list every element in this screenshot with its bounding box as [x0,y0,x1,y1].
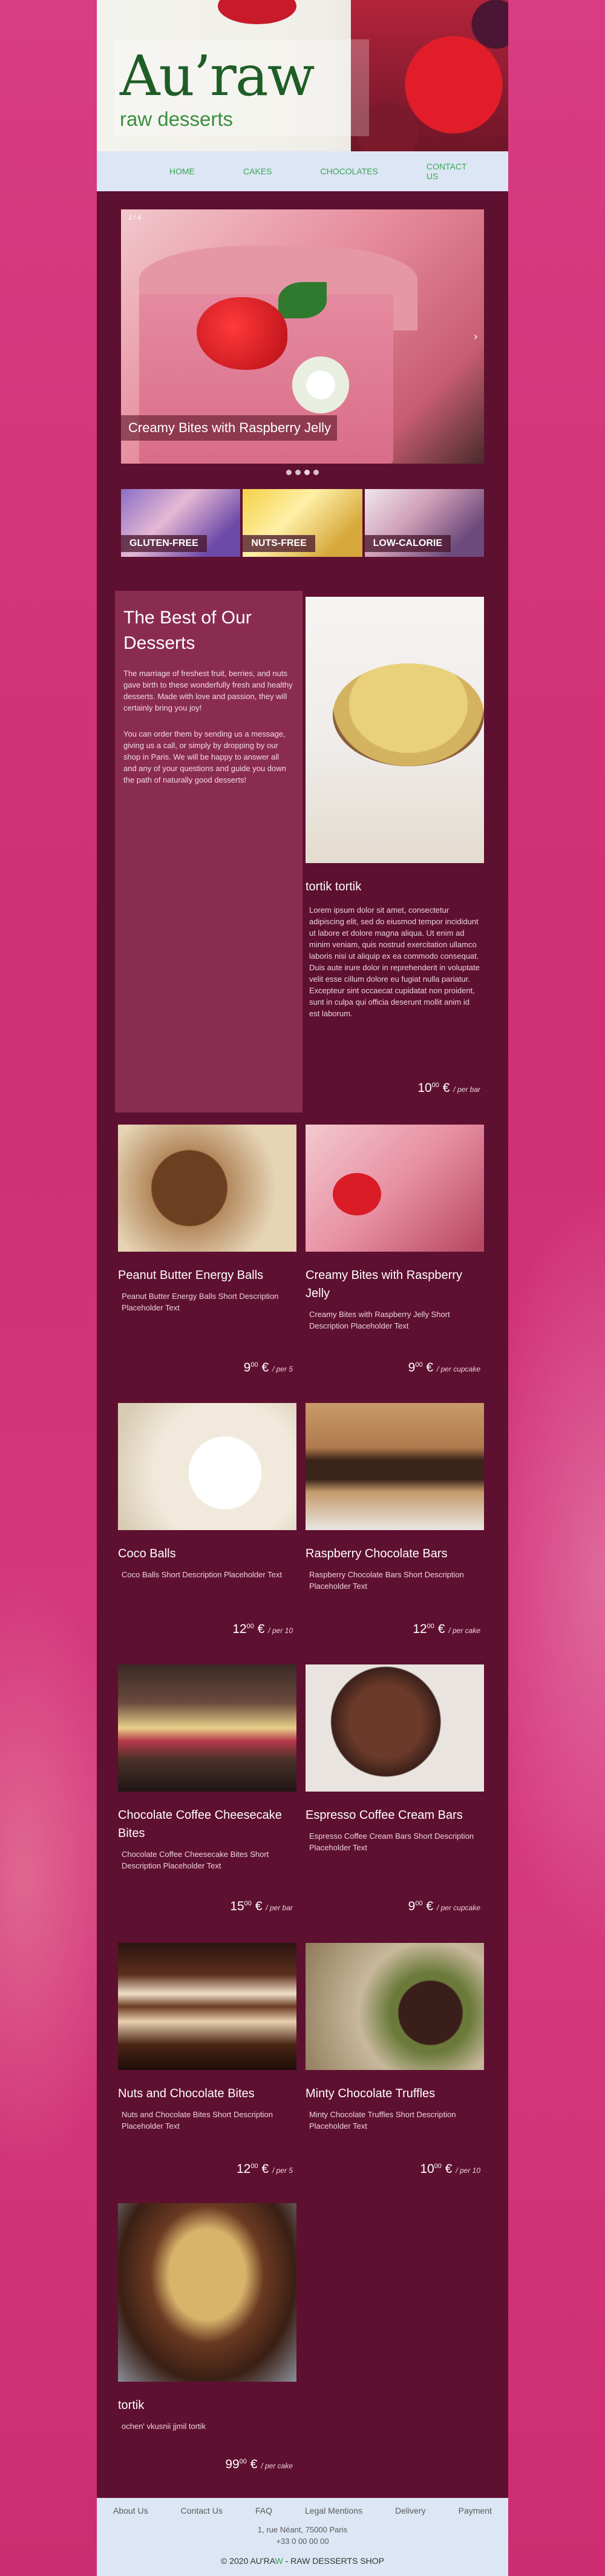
product-card[interactable]: Creamy Bites with Raspberry Jelly Creamy… [306,1125,484,1375]
product-image [306,1664,484,1792]
product-title: tortik [118,2399,145,2412]
footer-link-legal[interactable]: Legal Mentions [305,2506,362,2515]
product-description: Nuts and Chocolate Bites Short Descripti… [122,2110,273,2131]
footer-link-about[interactable]: About Us [113,2506,148,2515]
product-title: Peanut Butter Energy Balls [118,1269,264,1282]
slider-dot-1[interactable] [286,470,292,475]
product-price: 1200 € / per 10 [232,1622,293,1636]
product-card[interactable]: Chocolate Coffee Cheesecake Bites Chocol… [118,1664,296,1913]
category-tiles: GLUTEN-FREE NUTS-FREE LOW-CALORIE [121,489,484,557]
product-description: Lorem ipsum dolor sit amet, consectetur … [309,905,480,1018]
nav-contact-us[interactable]: CONTACT US [427,162,466,181]
product-price: 900 € / per cupcake [408,1361,480,1375]
product-image [306,1943,484,2070]
mint-leaf-decoration [278,282,327,318]
nav-cakes[interactable]: CAKES [243,166,272,176]
nav-chocolates[interactable]: CHOCOLATES [320,166,378,176]
intro-title: The Best of Our Desserts [123,608,252,653]
hero-slider[interactable]: 2 / 4 Creamy Bites with Raspberry Jelly … [121,209,484,464]
product-description: Raspberry Chocolate Bars Short Descripti… [309,1570,464,1591]
product-card[interactable]: Peanut Butter Energy Balls Peanut Butter… [118,1125,296,1375]
product-card[interactable]: Nuts and Chocolate Bites Nuts and Chocol… [118,1943,296,2176]
product-image [118,1943,296,2070]
product-card[interactable]: Raspberry Chocolate Bars Raspberry Choco… [306,1403,484,1636]
flower-decoration [287,352,354,418]
category-label: GLUTEN-FREE [121,535,207,552]
nav-home[interactable]: HOME [169,166,195,176]
product-card[interactable]: Coco Balls Coco Balls Short Description … [118,1403,296,1636]
logo-subtitle: raw desserts [120,108,234,130]
product-price: 1000 € / per bar [417,1081,480,1095]
content-column: Au’raw raw desserts HOME CAKES CHOCOLATE… [97,0,508,2576]
product-image [306,1125,484,1252]
main-nav: HOME CAKES CHOCOLATES CONTACT US [97,151,508,191]
slide-caption: Creamy Bites with Raspberry Jelly [121,415,337,441]
product-description: Chocolate Coffee Cheesecake Bites Short … [122,1850,269,1870]
strawberry-decoration [333,1173,381,1215]
intro-paragraph: The marriage of freshest fruit, berries,… [123,669,293,712]
footer-phone: +33 0 00 00 00 [276,2537,329,2546]
product-title: tortik tortik [306,880,362,893]
chevron-right-icon[interactable]: › [474,330,478,343]
header-banner: Au’raw raw desserts [97,0,508,151]
product-price: 1200 € / per 5 [236,2162,293,2176]
slider-dot-3[interactable] [304,470,310,475]
logo-title[interactable]: Au’raw [120,48,315,104]
product-card-featured[interactable]: tortik tortik Lorem ipsum dolor sit amet… [306,597,484,1095]
product-image [118,1403,296,1530]
category-label: NUTS-FREE [243,535,315,552]
footer-address: 1, rue Néant, 75000 Paris [257,2525,348,2534]
product-title: Coco Balls [118,1547,176,1560]
product-description: Creamy Bites with Raspberry Jelly Short … [309,1310,450,1330]
footer-copyright: © 2020 AU'RAW - RAW DESSERTS SHOP [221,2556,384,2566]
footer-link-payment[interactable]: Payment [459,2506,492,2515]
product-image [118,2203,296,2382]
product-image [306,1403,484,1530]
footer: About Us Contact Us FAQ Legal Mentions D… [97,2498,508,2576]
footer-links: About Us Contact Us FAQ Legal Mentions D… [97,2506,508,2515]
product-title: Chocolate Coffee Cheesecake Bites [118,1809,282,1840]
product-description: Espresso Coffee Cream Bars Short Descrip… [309,1832,474,1852]
product-image [118,1125,296,1252]
tart-decoration [333,663,484,766]
product-image [306,597,484,863]
product-card[interactable]: tortik ochen' vkusnii jjmil tortik 9900 … [118,2203,296,2471]
product-price: 1500 € / per bar [230,1899,293,1913]
berry-decoration [218,0,296,24]
category-label: LOW-CALORIE [364,535,451,552]
intro-paragraph: You can order them by sending us a messa… [123,729,286,784]
product-price: 9900 € / per cake [225,2457,293,2471]
slide-counter: 2 / 4 [128,214,142,222]
product-price: 1000 € / per 10 [420,2162,480,2176]
product-description: ochen' vkusnii jjmil tortik [122,2422,206,2431]
product-title: Raspberry Chocolate Bars [306,1547,448,1560]
footer-link-faq[interactable]: FAQ [255,2506,272,2515]
product-title: Nuts and Chocolate Bites [118,2087,255,2100]
product-title: Espresso Coffee Cream Bars [306,1809,463,1822]
product-image [118,1664,296,1792]
product-price: 900 € / per cupcake [408,1899,480,1913]
product-card[interactable]: Espresso Coffee Cream Bars Espresso Coff… [306,1664,484,1913]
product-description: Peanut Butter Energy Balls Short Descrip… [122,1292,279,1312]
strawberry-image [351,0,508,151]
slider-dot-2[interactable] [295,470,301,475]
footer-link-contact[interactable]: Contact Us [181,2506,223,2515]
category-nuts-free[interactable]: NUTS-FREE [243,489,362,557]
product-description: Coco Balls Short Description Placeholder… [122,1570,282,1579]
product-description: Minty Chocolate Truffles Short Descripti… [309,2110,456,2131]
category-gluten-free[interactable]: GLUTEN-FREE [121,489,241,557]
product-title: Creamy Bites with Raspberry Jelly [306,1269,462,1300]
product-price: 1200 € / per cake [413,1622,480,1636]
product-title: Minty Chocolate Truffles [306,2087,436,2100]
category-low-calorie[interactable]: LOW-CALORIE [364,489,484,557]
product-card[interactable]: Minty Chocolate Truffles Minty Chocolate… [306,1943,484,2176]
slider-dots [97,470,508,475]
product-price: 900 € / per 5 [243,1361,293,1375]
slider-dot-4[interactable] [313,470,319,475]
footer-link-delivery[interactable]: Delivery [395,2506,426,2515]
